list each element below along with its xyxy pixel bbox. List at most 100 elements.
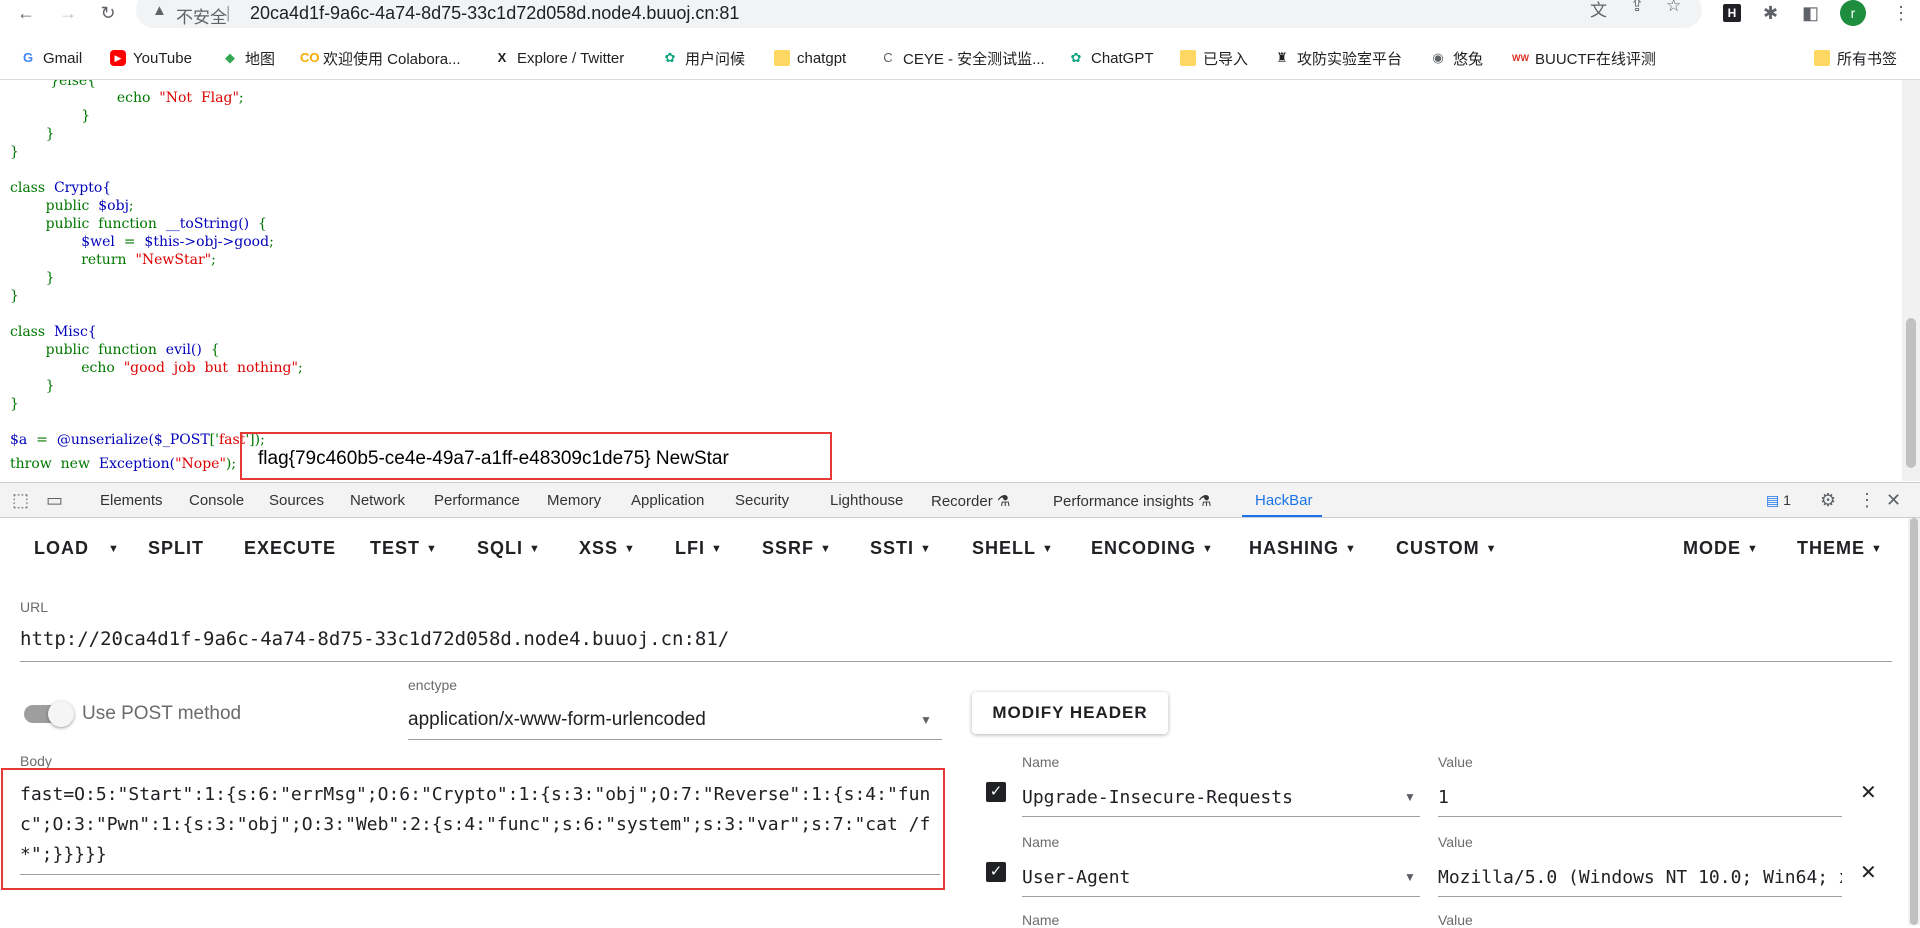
sqli-menu[interactable]: SQLI ▼ — [477, 538, 541, 559]
modify-header-button[interactable]: MODIFY HEADER — [972, 692, 1168, 734]
tab-recorder[interactable]: Recorder ⚗ — [931, 492, 1010, 510]
bookmark-folder-chatgpt[interactable]: chatgpt — [774, 47, 846, 69]
browser-menu-icon[interactable]: ⋮ — [1892, 1, 1910, 25]
remove-header-icon[interactable]: ✕ — [1860, 860, 1877, 885]
encoding-menu[interactable]: ENCODING ▼ — [1091, 538, 1214, 559]
tab-elements[interactable]: Elements — [100, 492, 163, 509]
tab-console[interactable]: Console — [189, 492, 244, 509]
page-scrollbar[interactable] — [1902, 80, 1920, 481]
tab-performance[interactable]: Performance — [434, 492, 520, 509]
share-icon[interactable]: ⇪ — [1630, 0, 1644, 16]
custom-menu[interactable]: CUSTOM ▼ — [1396, 538, 1498, 559]
xss-menu[interactable]: XSS ▼ — [579, 538, 636, 559]
shell-menu[interactable]: SHELL ▼ — [972, 538, 1054, 559]
bookmark-user-greeting[interactable]: ✿ 用户问候 — [662, 47, 745, 69]
bookmark-colab[interactable]: CO 欢迎使用 Colabora... — [300, 47, 461, 69]
post-method-toggle-knob[interactable] — [48, 701, 74, 727]
bookmark-label: 已导入 — [1203, 50, 1249, 68]
back-icon[interactable]: ← — [14, 1, 38, 25]
tab-application[interactable]: Application — [631, 492, 704, 509]
bookmark-youtube[interactable]: ▶ YouTube — [110, 47, 192, 69]
header-value-label: Value — [1438, 754, 1473, 770]
url-input[interactable]: http://20ca4d1f-9a6c-4a74-8d75-33c1d72d0… — [20, 628, 729, 650]
bookmark-label: 用户问候 — [685, 50, 746, 68]
profile-avatar[interactable]: r — [1840, 0, 1866, 26]
bookmark-folder-imported[interactable]: 已导入 — [1180, 47, 1248, 69]
bookmark-buuctf[interactable]: WW BUUCTF在线评测 — [1512, 47, 1656, 69]
body-highlight-box — [1, 768, 945, 890]
split-button[interactable]: SPLIT — [148, 538, 204, 559]
load-dropdown-icon[interactable]: ▼ — [108, 543, 120, 555]
tab-memory[interactable]: Memory — [547, 492, 601, 509]
lfi-menu[interactable]: LFI ▼ — [675, 538, 723, 559]
omnibox[interactable]: ▲ 不安全 | 20ca4d1f-9a6c-4a74-8d75-33c1d72d… — [136, 0, 1702, 28]
devtools-menu-icon[interactable]: ⋮ — [1858, 490, 1876, 511]
remove-header-icon[interactable]: ✕ — [1860, 780, 1877, 805]
header-name-label: Name — [1022, 834, 1060, 850]
translate-icon[interactable]: 文 — [1590, 0, 1607, 21]
bookmark-all[interactable]: 所有书签 — [1814, 47, 1897, 69]
bookmark-twitter[interactable]: X Explore / Twitter — [494, 47, 625, 69]
device-toolbar-icon[interactable]: ▭ — [46, 490, 63, 511]
tab-lighthouse[interactable]: Lighthouse — [830, 492, 903, 509]
tab-network[interactable]: Network — [350, 492, 405, 509]
code-line: } — [45, 126, 55, 142]
bookmark-gmail[interactable]: G Gmail — [20, 47, 82, 69]
folder-icon — [774, 50, 790, 66]
settings-gear-icon[interactable]: ⚙ — [1820, 490, 1836, 511]
load-button[interactable]: LOAD — [34, 538, 89, 559]
header-value-input[interactable]: 1 — [1438, 787, 1842, 808]
extensions-puzzle-icon[interactable]: ✱ — [1763, 1, 1778, 25]
hackbar-toolbar: LOAD ▼ SPLIT EXECUTE TEST ▼ SQLI ▼ XSS ▼ LF… — [0, 518, 1900, 580]
ssrf-menu[interactable]: SSRF ▼ — [762, 538, 832, 559]
close-devtools-icon[interactable]: ✕ — [1886, 490, 1901, 511]
bookmark-maps[interactable]: ◆ 地图 — [222, 47, 275, 69]
header-name-input[interactable]: Upgrade-Insecure-Requests — [1022, 787, 1293, 808]
bookmark-lab[interactable]: ♜ 攻防实验室平台 — [1274, 47, 1402, 69]
execute-button[interactable]: EXECUTE — [244, 538, 336, 559]
bookmark-youtu[interactable]: ◉ 悠兔 — [1430, 47, 1483, 69]
caret-down-icon: ▼ — [1485, 543, 1498, 555]
tab-sources[interactable]: Sources — [269, 492, 324, 509]
tab-hackbar[interactable]: HackBar — [1255, 492, 1313, 509]
flag-highlight-box — [240, 432, 832, 480]
maps-icon: ◆ — [225, 50, 235, 65]
page-scrollbar-thumb[interactable] — [1906, 318, 1916, 468]
enctype-underline — [408, 739, 942, 740]
not-secure-label[interactable]: 不安全 — [176, 3, 227, 28]
page-content: }else{ echo "Not Flag"; } } } class Cryp… — [0, 80, 1902, 481]
hackbar-extension-icon[interactable]: H — [1723, 4, 1741, 22]
mode-menu[interactable]: MODE ▼ — [1683, 538, 1759, 559]
bookmark-chatgpt[interactable]: ✿ ChatGPT — [1068, 47, 1154, 69]
header-enabled-checkbox[interactable]: ✓ — [986, 782, 1006, 802]
reload-icon[interactable]: ↻ — [96, 1, 120, 25]
bookmark-label: 悠兔 — [1453, 50, 1484, 68]
header-name-input[interactable]: User-Agent — [1022, 867, 1130, 888]
header-value-input[interactable]: Mozilla/5.0 (Windows NT 10.0; Win64; x64… — [1438, 867, 1842, 888]
bookmark-star-icon[interactable]: ☆ — [1666, 0, 1681, 16]
side-panel-icon[interactable]: ◧ — [1802, 1, 1819, 25]
bookmark-label: chatgpt — [797, 49, 847, 67]
ssti-menu[interactable]: SSTI ▼ — [870, 538, 932, 559]
enctype-dropdown-icon[interactable]: ▼ — [920, 713, 932, 727]
theme-menu[interactable]: THEME ▼ — [1797, 538, 1883, 559]
tab-performance-insights[interactable]: Performance insights ⚗ — [1053, 492, 1212, 510]
warning-icon[interactable]: ▲ — [152, 2, 167, 19]
bookmark-ceye[interactable]: C CEYE - 安全测试监... — [880, 47, 1044, 69]
header-value-underline — [1438, 896, 1842, 897]
header-name-dropdown-icon[interactable]: ▼ — [1404, 790, 1416, 804]
hackbar-scrollbar[interactable] — [1908, 518, 1920, 925]
hashing-menu[interactable]: HASHING ▼ — [1249, 538, 1357, 559]
hackbar-scrollbar-thumb[interactable] — [1910, 518, 1918, 925]
address-url[interactable]: 20ca4d1f-9a6c-4a74-8d75-33c1d72d058d.nod… — [250, 3, 739, 24]
test-menu[interactable]: TEST ▼ — [370, 538, 438, 559]
forward-icon[interactable]: → — [56, 1, 80, 25]
tab-security[interactable]: Security — [735, 492, 789, 509]
enctype-select[interactable]: application/x-www-form-urlencoded — [408, 709, 706, 731]
header-enabled-checkbox[interactable]: ✓ — [986, 862, 1006, 882]
header-name-dropdown-icon[interactable]: ▼ — [1404, 870, 1416, 884]
issues-icon[interactable]: ▤ 1 — [1766, 492, 1791, 509]
inspect-element-icon[interactable]: ⬚ — [12, 490, 29, 511]
bookmark-label: BUUCTF在线评测 — [1535, 50, 1656, 68]
header-value-label: Value — [1438, 834, 1473, 850]
